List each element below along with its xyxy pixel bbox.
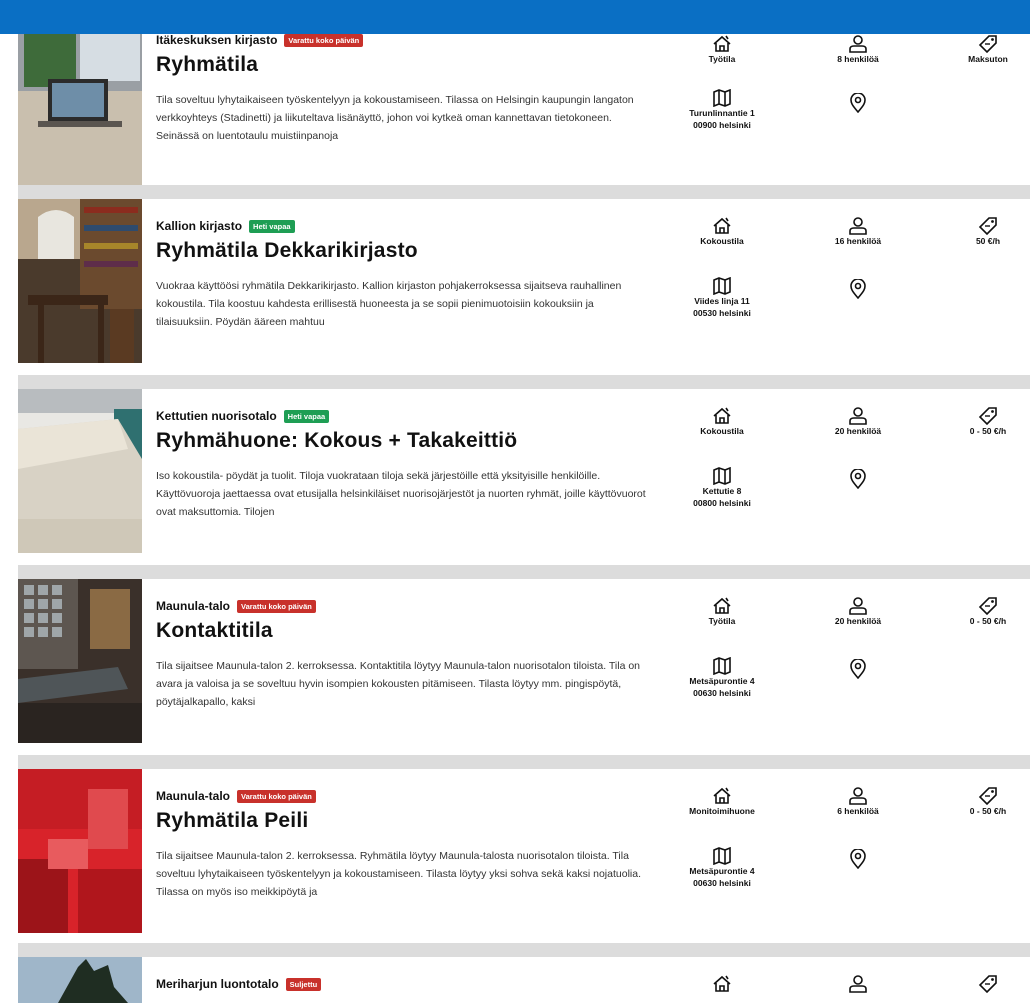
room-photo[interactable] (18, 957, 142, 1003)
person-icon (849, 597, 867, 615)
street-address: Metsäpurontie 4 (689, 866, 755, 876)
location-pin-icon[interactable] (849, 93, 867, 113)
status-badge: Varattu koko päivän (284, 33, 364, 47)
top-app-bar (0, 0, 1030, 34)
room-description: Tila sijaitsee Maunula-talon 2. kerrokse… (156, 660, 641, 708)
postal-address: 00800 helsinki (693, 498, 751, 508)
price: 50 €/h (975, 236, 1001, 246)
room-card[interactable]: Meriharjun luontotalo Suljettu (18, 957, 1030, 1003)
tag-icon (978, 407, 997, 425)
house-icon (713, 407, 731, 424)
status-badge: Suljettu (285, 977, 322, 991)
status-badge: Heti vapaa (249, 219, 295, 233)
price: 0 - 50 €/h (969, 426, 1007, 436)
room-description: Iso kokoustila- pöydät ja tuolit. Tiloja… (156, 470, 646, 518)
location-pin-icon[interactable] (849, 469, 867, 489)
tag-icon (978, 597, 997, 615)
postal-address: 00630 helsinki (693, 878, 751, 888)
room-title[interactable]: Ryhmähuone: Kokous + Takakeittiö (156, 429, 517, 453)
person-icon (849, 407, 867, 425)
space-type: Työtila (708, 54, 736, 64)
postal-address: 00900 helsinki (693, 120, 751, 130)
venue-name: Maunula-talo (156, 789, 230, 803)
house-icon (713, 35, 731, 52)
tag-icon (978, 35, 997, 53)
room-description: Tila soveltuu lyhytaikaiseen työskentely… (156, 94, 634, 142)
street-address: Metsäpurontie 4 (689, 676, 755, 686)
venue-name: Kettutien nuorisotalo (156, 409, 277, 423)
status-badge: Varattu koko päivän (237, 789, 316, 803)
postal-address: 00630 helsinki (693, 688, 751, 698)
street-address: Kettutie 8 (702, 486, 742, 496)
house-icon (713, 975, 731, 992)
location-pin-icon[interactable] (849, 279, 867, 299)
house-icon (713, 787, 731, 804)
street-address: Viides linja 11 (694, 296, 750, 306)
room-card[interactable]: Maunula-talo Varattu koko päivän Kontakt… (18, 579, 1030, 743)
room-photo[interactable] (18, 389, 142, 553)
venue-name: Maunula-talo (156, 599, 230, 613)
room-photo[interactable] (18, 579, 142, 743)
price: Maksuton (968, 54, 1008, 64)
room-description: Vuokraa käyttöösi ryhmätila Dekkarikirja… (156, 280, 622, 328)
card-separator (18, 565, 1030, 579)
room-photo[interactable] (18, 769, 142, 933)
tag-icon (978, 787, 997, 805)
room-card[interactable]: Kettutien nuorisotalo Heti vapaa Ryhmähu… (18, 389, 1030, 553)
room-photo[interactable] (18, 199, 142, 363)
space-type: Monitoimihuone (689, 806, 755, 816)
space-type: Kokoustila (700, 426, 744, 436)
map-icon (713, 277, 731, 295)
space-type: Työtila (708, 616, 736, 626)
capacity: 8 henkilöä (837, 54, 879, 64)
room-title[interactable]: Ryhmätila (156, 53, 258, 77)
room-description: Tila sijaitsee Maunula-talon 2. kerrokse… (156, 850, 641, 898)
venue-name: Itäkeskuksen kirjasto (156, 33, 278, 47)
capacity: 20 henkilöä (834, 616, 882, 626)
room-title[interactable]: Kontaktitila (156, 619, 273, 643)
space-type: Kokoustila (700, 236, 744, 246)
card-separator (18, 375, 1030, 389)
postal-address: 00530 helsinki (693, 308, 751, 318)
map-icon (713, 847, 731, 865)
room-photo[interactable] (18, 21, 142, 185)
capacity: 6 henkilöä (837, 806, 879, 816)
room-card[interactable]: Itäkeskuksen kirjasto Varattu koko päivä… (18, 21, 1030, 185)
price: 0 - 50 €/h (969, 806, 1007, 816)
person-icon (849, 787, 867, 805)
map-icon (713, 657, 731, 675)
house-icon (713, 597, 731, 614)
room-card[interactable]: Kallion kirjasto Heti vapaa Ryhmätila De… (18, 199, 1030, 363)
room-title[interactable]: Ryhmätila Dekkarikirjasto (156, 239, 418, 263)
person-icon (849, 35, 867, 53)
person-icon (849, 217, 867, 235)
person-icon (849, 975, 867, 993)
capacity: 16 henkilöä (834, 236, 882, 246)
venue-name: Meriharjun luontotalo (156, 977, 279, 991)
card-separator (18, 185, 1030, 199)
location-pin-icon[interactable] (849, 659, 867, 679)
map-icon (713, 89, 731, 107)
card-separator (18, 943, 1030, 957)
card-separator (18, 755, 1030, 769)
status-badge: Heti vapaa (283, 409, 330, 423)
room-card[interactable]: Maunula-talo Varattu koko päivän Ryhmäti… (18, 769, 1030, 933)
price: 0 - 50 €/h (969, 616, 1007, 626)
tag-icon (978, 217, 997, 235)
street-address: Turunlinnantie 1 (689, 108, 755, 118)
capacity: 20 henkilöä (834, 426, 882, 436)
tag-icon (978, 975, 997, 993)
room-title[interactable]: Ryhmätila Peili (156, 809, 308, 833)
location-pin-icon[interactable] (849, 849, 867, 869)
house-icon (713, 217, 731, 234)
map-icon (713, 467, 731, 485)
venue-name: Kallion kirjasto (156, 219, 243, 233)
search-results-list: Itäkeskuksen kirjasto Varattu koko päivä… (0, 0, 1030, 1003)
status-badge: Varattu koko päivän (237, 599, 316, 613)
